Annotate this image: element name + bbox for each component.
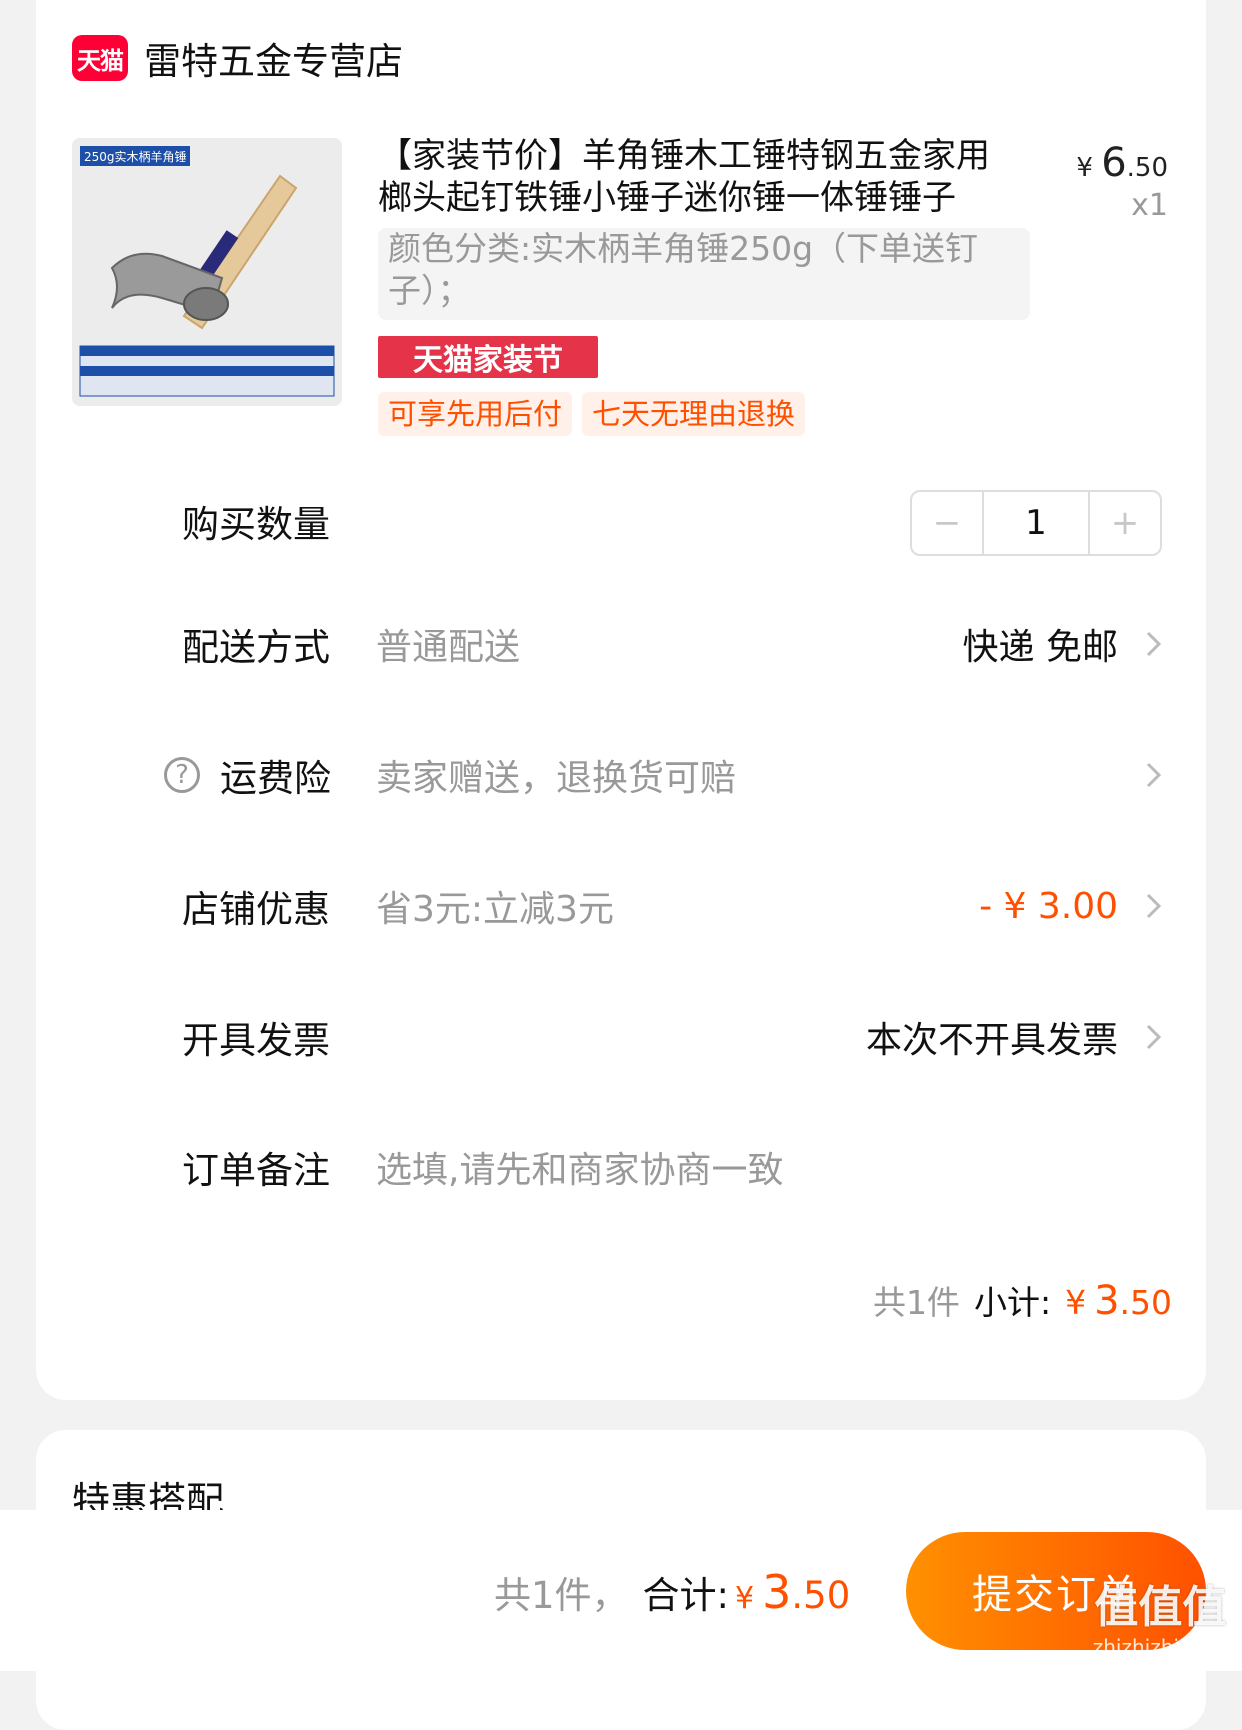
invoice-row[interactable]: 开具发票 本次不开具发票 <box>36 1007 1206 1067</box>
delivery-right: 快递 免邮 <box>962 627 1118 668</box>
tmall-logo-icon: 天猫 <box>72 35 128 81</box>
sku-selector[interactable]: 颜色分类:实木柄羊角锤250g（下单送钉子）； <box>378 228 1030 320</box>
chevron-right-icon <box>1138 891 1168 921</box>
note-label: 订单备注 <box>182 1149 330 1192</box>
price-int: 6 <box>1101 140 1127 186</box>
total-label: 合计: <box>642 1574 730 1617</box>
chevron-right-icon <box>1138 1022 1168 1052</box>
product-image[interactable]: 250g实木柄羊角锤 <box>72 138 342 406</box>
shop-header[interactable]: 天猫 雷特五金专营店 <box>72 32 403 84</box>
subtotal-int: 3 <box>1094 1278 1120 1324</box>
delivery-label: 配送方式 <box>182 626 330 669</box>
note-input[interactable]: 选填,请先和商家协商一致 <box>376 1141 783 1193</box>
store-discount-label: 店铺优惠 <box>182 888 330 931</box>
total-line: 共1件， 合计: ¥ 3.50 <box>494 1565 850 1619</box>
price-yen: ¥ <box>1076 153 1093 183</box>
quantity-label: 购买数量 <box>182 503 330 546</box>
tag-pay-later: 可享先用后付 <box>378 392 573 436</box>
watermark-url: zhizhizhi.com <box>1092 1635 1228 1659</box>
subtotal: 共1件 小计: ¥ 3.50 <box>873 1276 1172 1324</box>
chevron-right-icon <box>1138 629 1168 659</box>
hammer-product-image: 250g实木柄羊角锤 <box>72 138 342 406</box>
product-quantity: x1 <box>1131 188 1168 223</box>
image-badge-text: 250g实木柄羊角锤 <box>84 149 187 164</box>
quantity-stepper[interactable]: − 1 + <box>910 490 1162 556</box>
shop-name[interactable]: 雷特五金专营店 <box>144 31 403 85</box>
total-int: 3 <box>762 1565 792 1619</box>
delivery-value: 普通配送 <box>376 627 521 668</box>
subtotal-label: 小计: <box>973 1283 1052 1322</box>
subtotal-count: 共1件 <box>872 1283 960 1322</box>
price-dec: .50 <box>1126 153 1168 183</box>
total-dec: .50 <box>791 1574 851 1617</box>
quantity-input[interactable]: 1 <box>982 492 1090 554</box>
total-count: 共1件， <box>494 1574 629 1617</box>
increment-button[interactable]: + <box>1090 492 1160 554</box>
product-title[interactable]: 【家装节价】羊角锤木工锤特钢五金家用榔头起钉铁锤小锤子迷你锤一体锤锤子 <box>378 135 1008 219</box>
freight-insurance-row[interactable]: ? 运费险 卖家赠送，退换货可赔 <box>36 745 1206 805</box>
total-yen: ¥ <box>735 1581 755 1616</box>
chevron-right-icon <box>1138 760 1168 790</box>
subtotal-dec: .50 <box>1119 1283 1172 1322</box>
delivery-row[interactable]: 配送方式 普通配送 快递 免邮 <box>36 614 1206 674</box>
product-price: ¥ 6.50 <box>1076 140 1168 186</box>
invoice-label: 开具发票 <box>182 1019 330 1062</box>
invoice-value: 本次不开具发票 <box>865 1020 1118 1061</box>
watermark: 值值值 zhizhizhi.com <box>1093 1571 1228 1659</box>
shop-card: 天猫 雷特五金专营店 250g实木柄羊角锤 【家装节价】羊角锤木工锤特钢五金家用… <box>36 0 1206 1400</box>
service-tags: 可享先用后付 七天无理由退换 <box>378 392 806 436</box>
tag-seven-day-return: 七天无理由退换 <box>582 392 806 436</box>
help-icon[interactable]: ? <box>164 757 200 793</box>
freight-insurance-value: 卖家赠送，退换货可赔 <box>376 758 737 799</box>
watermark-logo: 值值值 <box>1094 1582 1227 1633</box>
checkout-bar: 共1件， 合计: ¥ 3.50 提交订单 值值值 zhizhizhi.com <box>0 1510 1242 1671</box>
store-discount-amount: - ¥ 3.00 <box>979 885 1118 927</box>
subtotal-yen: ¥ <box>1065 1283 1087 1322</box>
store-discount-row[interactable]: 店铺优惠 省3元:立减3元 - ¥ 3.00 <box>36 876 1206 936</box>
promo-banner: 天猫家装节 <box>378 336 598 378</box>
note-row: 订单备注 选填,请先和商家协商一致 <box>36 1137 1206 1197</box>
store-discount-value: 省3元:立减3元 <box>376 889 614 930</box>
freight-insurance-label: 运费险 <box>220 757 331 800</box>
decrement-button[interactable]: − <box>912 492 982 554</box>
